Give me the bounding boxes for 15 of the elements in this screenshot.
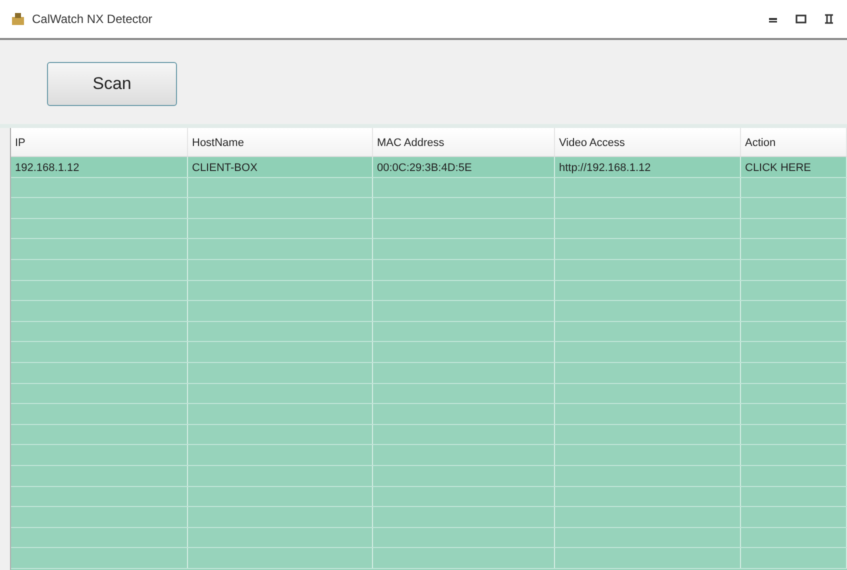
scan-button[interactable]: Scan [47, 62, 177, 106]
close-icon[interactable] [823, 13, 835, 25]
column-header[interactable]: Video Access [555, 128, 741, 156]
column-header[interactable]: MAC Address [373, 128, 555, 156]
column-header[interactable]: IP [11, 128, 188, 156]
table-cell: http://192.168.1.12 [555, 157, 741, 177]
table-cell: CLICK HERE [741, 157, 847, 177]
table-cell: 192.168.1.12 [11, 157, 188, 177]
table-cell: 00:0C:29:3B:4D:5E [373, 157, 555, 177]
window-title: CalWatch NX Detector [32, 12, 152, 26]
table-cell: CLIENT-BOX [188, 157, 373, 177]
column-header[interactable]: Action [741, 128, 847, 156]
maximize-icon[interactable] [795, 13, 807, 25]
column-header[interactable]: HostName [188, 128, 373, 156]
app-icon [10, 11, 26, 27]
